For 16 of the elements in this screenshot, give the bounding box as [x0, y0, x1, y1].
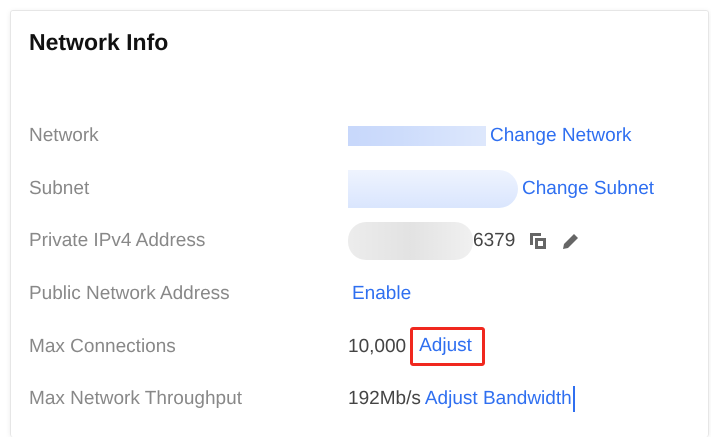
field-label: Max Connections: [29, 336, 177, 358]
field-label: Subnet: [29, 178, 90, 200]
action-link[interactable]: Adjust Bandwidth: [424, 388, 572, 410]
action-link[interactable]: Enable: [352, 283, 412, 306]
action-link[interactable]: Change Network: [490, 125, 632, 148]
action-link[interactable]: Adjust: [410, 327, 485, 366]
field-value: 192Mb/s: [348, 388, 421, 410]
copy-icon[interactable]: [529, 232, 548, 250]
field-value: 10,000: [348, 336, 406, 358]
field-value: 6379: [473, 230, 516, 252]
field-label: Max Network Throughput: [29, 388, 243, 410]
field-label: Private IPv4 Address: [29, 230, 206, 252]
card-title: Network Info: [29, 29, 170, 56]
field-label: Network: [29, 125, 100, 148]
field-label: Public Network Address: [29, 283, 231, 306]
action-link[interactable]: Change Subnet: [522, 178, 654, 200]
